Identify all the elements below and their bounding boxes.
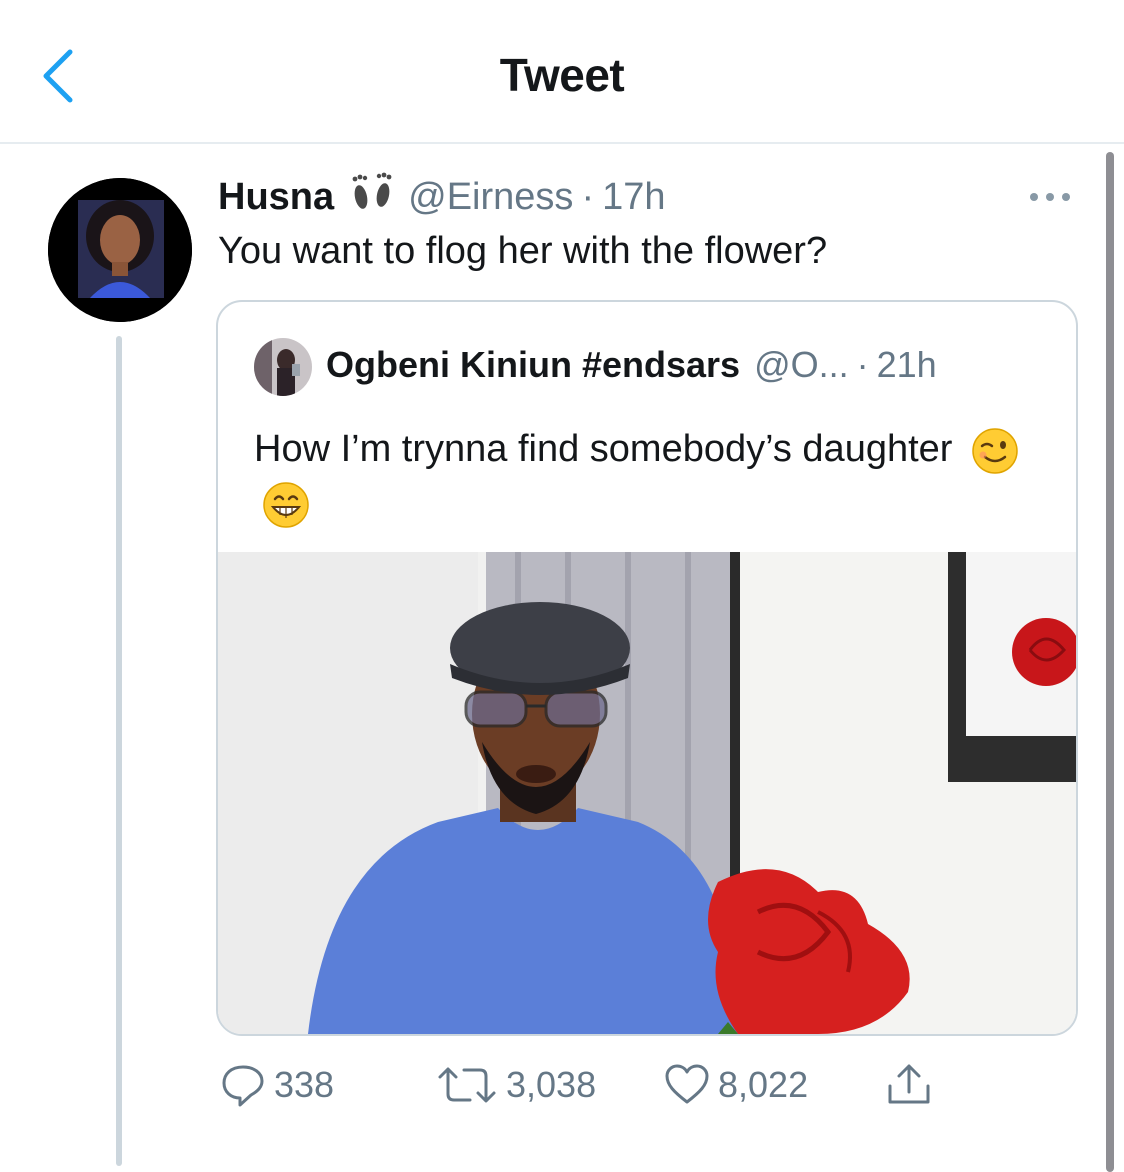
page-title: Tweet (499, 49, 625, 101)
thread-line (116, 336, 122, 1166)
scrollbar[interactable] (1106, 152, 1114, 1172)
quoted-avatar[interactable] (254, 338, 312, 396)
like-count: 8,022 (718, 1064, 809, 1105)
retweet-icon (438, 1067, 496, 1103)
separator-dot: · (581, 175, 595, 218)
footprints-icon (348, 170, 396, 224)
retweet-count: 3,038 (506, 1064, 597, 1105)
reply-count: 338 (274, 1064, 335, 1105)
tweet-header: Husna @Eirness · 17h (218, 172, 666, 220)
tweet-time[interactable]: 17h (602, 176, 665, 219)
quoted-photo[interactable] (218, 552, 1076, 1034)
like-button[interactable]: 8,022 (664, 1060, 808, 1110)
grinning-face-icon (262, 481, 310, 529)
quoted-author-name: Ogbeni Kiniun #endsars (326, 344, 741, 385)
quoted-separator-dot: · (856, 344, 869, 385)
tweet-text: You want to flog her with the flower? (218, 230, 828, 272)
avatar[interactable] (48, 178, 192, 322)
quoted-text-block: How I’m trynna find somebody’s daughter (254, 422, 1034, 530)
more-options-icon[interactable] (1026, 184, 1074, 210)
heart-icon (665, 1064, 709, 1104)
quoted-tweet[interactable]: Ogbeni Kiniun #endsars @O... · 21h How I… (216, 300, 1078, 1036)
quoted-header: Ogbeni Kiniun #endsars @O... · 21h (326, 344, 937, 386)
quoted-author-handle: @O... (754, 344, 849, 385)
reply-button[interactable]: 338 (220, 1060, 334, 1110)
quoted-text: How I’m trynna find somebody’s daughter (254, 428, 953, 470)
share-button[interactable] (884, 1060, 942, 1110)
header-bar: Tweet (0, 0, 1124, 144)
share-icon (888, 1064, 930, 1104)
author-handle[interactable]: @Eirness (408, 176, 573, 219)
quoted-time: 21h (876, 344, 937, 385)
reply-icon (222, 1065, 264, 1107)
winking-face-icon (971, 427, 1019, 475)
retweet-button[interactable]: 3,038 (436, 1060, 596, 1110)
author-name[interactable]: Husna (218, 176, 334, 219)
